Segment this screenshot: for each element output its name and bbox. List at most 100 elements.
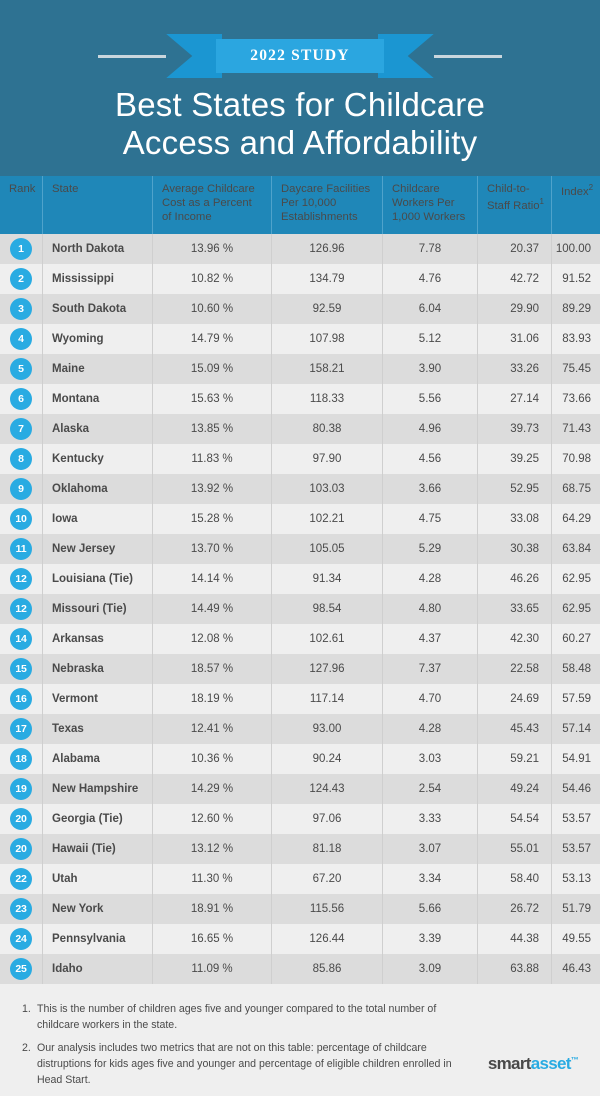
cell-workers: 3.09 — [383, 954, 478, 984]
cell-cost: 14.49 % — [153, 594, 272, 624]
cell-index: 46.43 — [562, 963, 591, 975]
column-header-index-text: Index — [561, 185, 589, 198]
cell-index: 83.93 — [562, 333, 591, 345]
column-header-rank: Rank — [0, 176, 43, 234]
cell-facilities: 102.61 — [272, 624, 383, 654]
cell-ratio: 33.08 — [478, 504, 552, 534]
cell-cost: 10.36 % — [153, 744, 272, 774]
cell-ratio: 52.95 — [478, 474, 552, 504]
cell-cost: 12.41 % — [153, 714, 272, 744]
cell-workers: 6.04 — [383, 294, 478, 324]
cell-workers: 4.37 — [383, 624, 478, 654]
cell-state: Maine — [43, 354, 153, 384]
cell-facilities: 115.56 — [272, 894, 383, 924]
page-title-line-2: Access and Affordability — [122, 124, 478, 162]
cell-index: 62.95 — [562, 603, 591, 615]
cell-ratio: 33.65 — [478, 594, 552, 624]
state-name: Pennsylvania — [52, 933, 126, 945]
cell-facilities: 90.24 — [272, 744, 383, 774]
cell-ratio: 33.26 — [478, 354, 552, 384]
cell-index: 91.52 — [562, 273, 591, 285]
cell-ratio: 44.38 — [478, 924, 552, 954]
table-row: 16 Vermont 18.19 % 117.14 4.70 24.69 57.59 — [0, 684, 600, 714]
cell-facilities: 134.79 — [272, 264, 383, 294]
cell-ratio: 29.90 — [478, 294, 552, 324]
cell-facilities: 85.86 — [272, 954, 383, 984]
state-name: Georgia (Tie) — [52, 813, 123, 825]
cell-facilities: 97.06 — [272, 804, 383, 834]
cell-workers: 3.33 — [383, 804, 478, 834]
state-name: Missouri (Tie) — [52, 603, 127, 615]
state-name: Vermont — [52, 693, 99, 705]
cell-workers: 4.80 — [383, 594, 478, 624]
table-header-row: Rank State Average Childcare Cost as a P… — [0, 176, 600, 234]
table-row: 19 New Hampshire 14.29 % 124.43 2.54 49.24 54.… — [0, 774, 600, 804]
state-name: Kentucky — [52, 453, 104, 465]
cell-index: 58.48 — [562, 663, 591, 675]
cell-state: Iowa — [43, 504, 153, 534]
table-row: 8 Kentucky 11.83 % 97.90 4.56 39.25 70.98 — [0, 444, 600, 474]
rank-badge: 1 — [10, 238, 32, 260]
cell-workers: 4.28 — [383, 564, 478, 594]
rank-badge: 3 — [10, 298, 32, 320]
footnote-number: 2. — [22, 1041, 31, 1054]
ribbon-fold-right — [378, 34, 434, 78]
state-name: Montana — [52, 393, 100, 405]
table-row: 20 Georgia (Tie) 12.60 % 97.06 3.33 54.54 53.5… — [0, 804, 600, 834]
cell-cost: 11.09 % — [153, 954, 272, 984]
cell-index: 57.59 — [562, 693, 591, 705]
cell-cost: 12.60 % — [153, 804, 272, 834]
cell-facilities: 118.33 — [272, 384, 383, 414]
cell-facilities: 92.59 — [272, 294, 383, 324]
rank-badge: 6 — [10, 388, 32, 410]
cell-rank: 18 — [0, 744, 43, 774]
state-name: Arkansas — [52, 633, 104, 645]
state-name: Maine — [52, 363, 85, 375]
cell-workers: 7.78 — [383, 234, 478, 264]
state-name: Texas — [52, 723, 84, 735]
cell-state: Mississippi — [43, 264, 153, 294]
cell-facilities: 126.96 — [272, 234, 383, 264]
rank-badge: 22 — [10, 868, 32, 890]
rank-badge: 14 — [10, 628, 32, 650]
cell-rank: 4 — [0, 324, 43, 354]
page-title-line-1: Best States for Childcare — [115, 86, 485, 123]
logo-text-asset: asset — [530, 1054, 572, 1073]
cell-state: Georgia (Tie) — [43, 804, 153, 834]
cell-cost: 14.14 % — [153, 564, 272, 594]
cell-rank: 17 — [0, 714, 43, 744]
table-row: 9 Oklahoma 13.92 % 103.03 3.66 52.95 68.75 — [0, 474, 600, 504]
rank-badge: 11 — [10, 538, 32, 560]
cell-rank: 24 — [0, 924, 43, 954]
cell-rank: 20 — [0, 834, 43, 864]
state-name: Oklahoma — [52, 483, 108, 495]
cell-facilities: 81.18 — [272, 834, 383, 864]
cell-ratio: 20.37 — [478, 234, 552, 264]
cell-workers: 3.39 — [383, 924, 478, 954]
ribbon-rule-left — [98, 54, 167, 58]
cell-index: 75.45 — [562, 363, 591, 375]
cell-cost: 15.63 % — [153, 384, 272, 414]
cell-index: 54.91 — [562, 753, 591, 765]
rank-badge: 7 — [10, 418, 32, 440]
page-title: Best States for Childcare Access and Aff… — [0, 86, 600, 163]
footnote-number: 1. — [22, 1003, 31, 1015]
cell-state: Pennsylvania — [43, 924, 153, 954]
table-row: 20 Hawaii (Tie) 13.12 % 81.18 3.07 55.01 53.57 — [0, 834, 600, 864]
cell-state: Montana — [43, 384, 153, 414]
cell-rank: 15 — [0, 654, 43, 684]
cell-cost: 14.79 % — [153, 324, 272, 354]
logo-text-smart: smart — [487, 1054, 532, 1073]
table-row: 1 North Dakota 13.96 % 126.96 7.78 20.37 100.0… — [0, 234, 600, 264]
rank-badge: 16 — [10, 688, 32, 710]
table-row: 24 Pennsylvania 16.65 % 126.44 3.39 44.38 49.5… — [0, 924, 600, 954]
cell-workers: 5.29 — [383, 534, 478, 564]
smartasset-logo: smartasset™ — [487, 1054, 579, 1074]
cell-ratio: 39.25 — [478, 444, 552, 474]
cell-ratio: 42.30 — [478, 624, 552, 654]
state-name: Idaho — [52, 963, 83, 975]
state-name: Hawaii (Tie) — [52, 843, 116, 855]
state-name: New York — [52, 903, 104, 915]
cell-rank: 11 — [0, 534, 43, 564]
rank-badge: 15 — [10, 658, 32, 680]
